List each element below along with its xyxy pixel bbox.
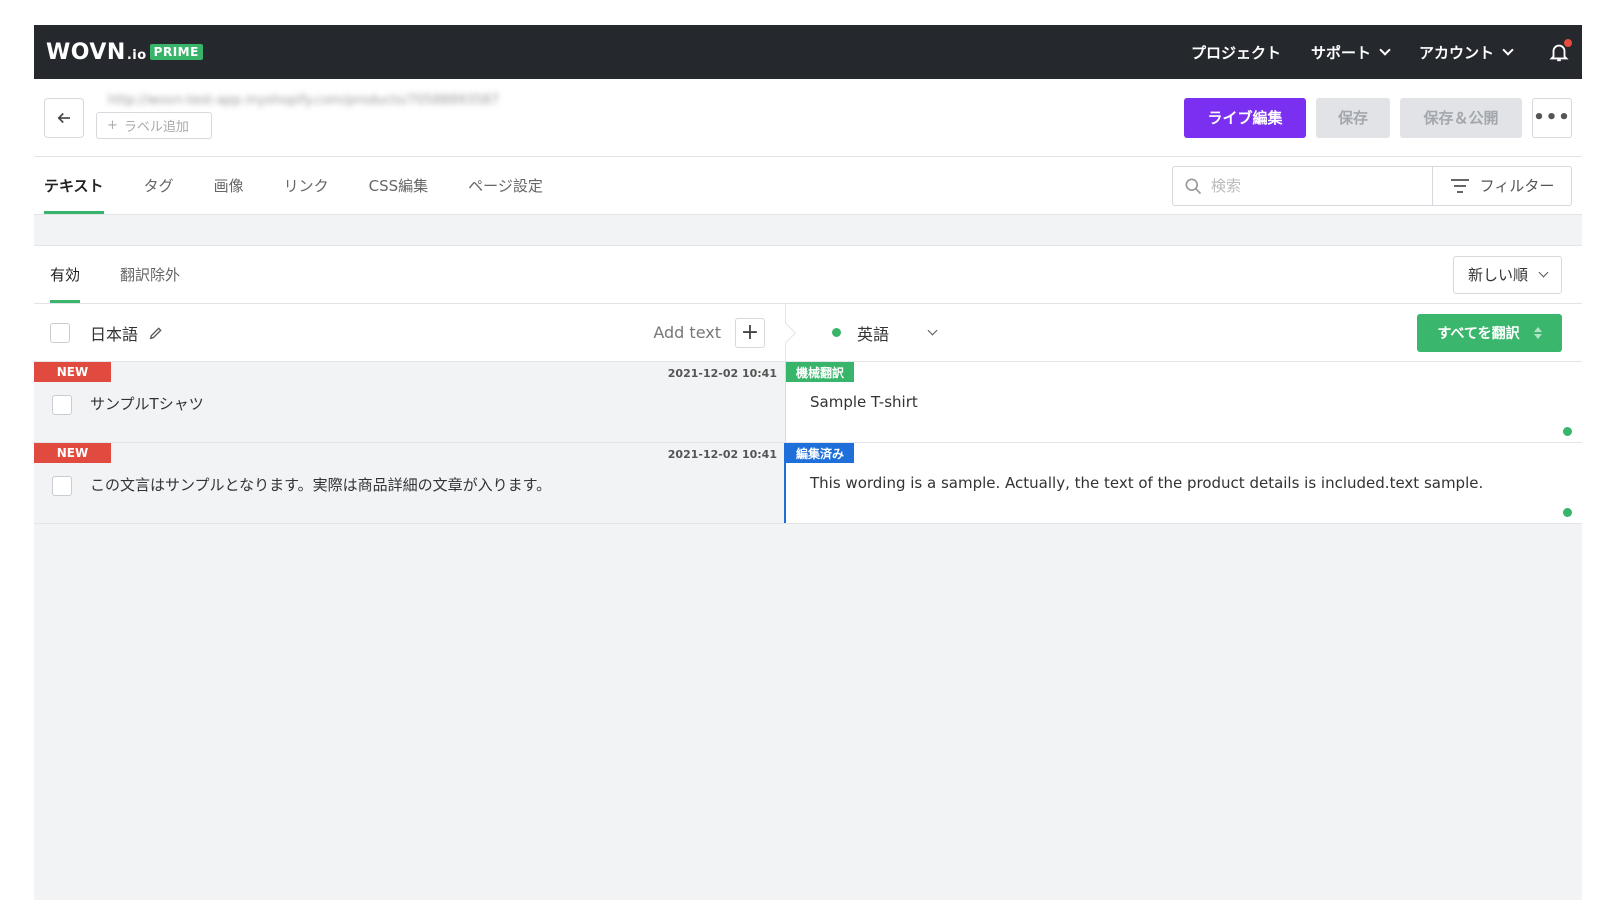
filter-icon: [1450, 178, 1469, 193]
sort-arrows-icon: [1533, 326, 1542, 339]
tab-text[interactable]: テキスト: [44, 157, 124, 214]
row-timestamp: 2021-12-02 10:41: [667, 367, 777, 380]
nav-account[interactable]: アカウント: [1418, 42, 1514, 63]
nav-support-label: サポート: [1310, 43, 1371, 62]
add-label-text: ラベル追加: [123, 119, 189, 135]
select-all-checkbox[interactable]: [50, 322, 70, 343]
save-button[interactable]: 保存: [1316, 97, 1390, 138]
new-badge: NEW: [34, 443, 111, 463]
content-tabs: テキスト タグ 画像 リンク CSS編集 ページ設定: [44, 157, 563, 214]
search-input[interactable]: [1211, 176, 1411, 195]
app-frame: WOVN .io PRIME プロジェクト サポート アカウント http://…: [34, 25, 1582, 900]
source-cell[interactable]: NEW 2021-12-02 10:41 この文言はサンプルとなります。実際は商…: [34, 443, 786, 523]
spacer-band: [34, 215, 1582, 245]
nav-support[interactable]: サポート: [1310, 42, 1391, 63]
status-dot: [832, 328, 841, 337]
language-bar: 日本語 Add text + 英語 すべてを翻訳: [34, 304, 1582, 362]
page-header: http://wovn-test-app.myshopify.com/produ…: [34, 79, 1582, 157]
more-options-button[interactable]: •••: [1532, 97, 1572, 138]
translation-text: Sample T-shirt: [810, 393, 918, 411]
chevron-down-icon: [1538, 267, 1549, 278]
add-text-label: Add text: [653, 323, 721, 342]
chevron-down-icon: [1502, 44, 1514, 56]
search-box: フィルター: [1172, 165, 1572, 206]
tab-page-settings[interactable]: ページ設定: [448, 157, 563, 214]
subtab-active[interactable]: 有効: [50, 246, 100, 303]
notification-dot: [1564, 39, 1572, 47]
page-url: http://wovn-test-app.myshopify.com/produ…: [108, 92, 500, 108]
filter-label: フィルター: [1479, 177, 1555, 195]
table-row: NEW 2021-12-02 10:41 この文言はサンプルとなります。実際は商…: [34, 443, 1582, 524]
chevron-down-icon: [1379, 44, 1391, 56]
edited-badge: 編集済み: [786, 443, 855, 463]
tab-links[interactable]: リンク: [264, 157, 349, 214]
save-publish-button[interactable]: 保存＆公開: [1400, 97, 1522, 138]
add-text-control: Add text +: [653, 317, 765, 348]
main-nav: プロジェクト サポート アカウント: [1191, 39, 1572, 63]
text-panel: 有効 翻訳除外 新しい順 日本語 Add text + 英語 すべてを翻訳 NE…: [34, 245, 1582, 524]
arrow-left-icon: [57, 112, 70, 123]
plus-icon: +: [740, 320, 760, 345]
top-nav-bar: WOVN .io PRIME プロジェクト サポート アカウント: [34, 25, 1582, 79]
live-edit-button[interactable]: ライブ編集: [1184, 97, 1306, 138]
source-cell[interactable]: NEW 2021-12-02 10:41 サンプルTシャツ: [34, 362, 786, 442]
source-language: 日本語: [90, 324, 139, 344]
translation-text: This wording is a sample. Actually, the …: [810, 474, 1484, 492]
nav-account-label: アカウント: [1418, 43, 1494, 62]
status-dot: [1563, 427, 1572, 436]
logo-main: WOVN: [46, 39, 126, 65]
translate-all-label: すべてを翻訳: [1437, 325, 1520, 342]
source-text: サンプルTシャツ: [90, 395, 204, 413]
sort-dropdown[interactable]: 新しい順: [1452, 255, 1562, 294]
tab-images[interactable]: 画像: [194, 157, 264, 214]
logo-prime-badge: PRIME: [149, 43, 203, 60]
source-language-header: 日本語 Add text +: [34, 304, 786, 361]
wovn-logo[interactable]: WOVN .io PRIME: [46, 40, 203, 65]
tab-tags[interactable]: タグ: [124, 157, 194, 214]
translate-all-button[interactable]: すべてを翻訳: [1417, 313, 1562, 352]
plus-icon: +: [107, 117, 118, 133]
source-text: この文言はサンプルとなります。実際は商品詳細の文章が入ります。: [90, 476, 552, 494]
status-dot: [1563, 508, 1572, 517]
chevron-down-icon[interactable]: [927, 325, 938, 336]
subtab-excluded[interactable]: 翻訳除外: [100, 246, 200, 303]
add-label-button[interactable]: + ラベル追加: [96, 111, 212, 139]
translation-cell[interactable]: 機械翻訳 Sample T-shirt: [786, 362, 1582, 442]
page-info: http://wovn-test-app.myshopify.com/produ…: [96, 93, 499, 139]
table-row: NEW 2021-12-02 10:41 サンプルTシャツ 機械翻訳 Sampl…: [34, 362, 1582, 443]
row-checkbox[interactable]: [52, 395, 72, 415]
add-text-button[interactable]: +: [735, 317, 765, 348]
page-actions: ライブ編集 保存 保存＆公開 •••: [1184, 97, 1572, 138]
target-language[interactable]: 英語: [857, 321, 889, 345]
search-icon: [1185, 178, 1202, 194]
bell-icon[interactable]: [1548, 39, 1572, 63]
target-language-header: 英語 すべてを翻訳: [786, 304, 1582, 361]
nav-project[interactable]: プロジェクト: [1191, 42, 1281, 63]
pencil-icon[interactable]: [148, 325, 164, 341]
logo-suffix: .io: [126, 47, 147, 63]
nav-project-label: プロジェクト: [1190, 43, 1281, 62]
row-timestamp: 2021-12-02 10:41: [667, 448, 777, 461]
translation-cell[interactable]: 編集済み This wording is a sample. Actually,…: [784, 443, 1582, 523]
back-button[interactable]: [44, 97, 84, 138]
filter-button[interactable]: フィルター: [1433, 175, 1571, 196]
row-checkbox[interactable]: [52, 476, 72, 496]
search-field: [1173, 166, 1433, 205]
content-tabs-bar: テキスト タグ 画像 リンク CSS編集 ページ設定 フィルター: [34, 157, 1582, 215]
machine-translation-badge: 機械翻訳: [786, 362, 855, 382]
tab-css-edit[interactable]: CSS編集: [349, 157, 449, 214]
new-badge: NEW: [34, 362, 111, 382]
sort-selected: 新しい順: [1467, 266, 1528, 284]
subtabs-bar: 有効 翻訳除外 新しい順: [34, 246, 1582, 304]
